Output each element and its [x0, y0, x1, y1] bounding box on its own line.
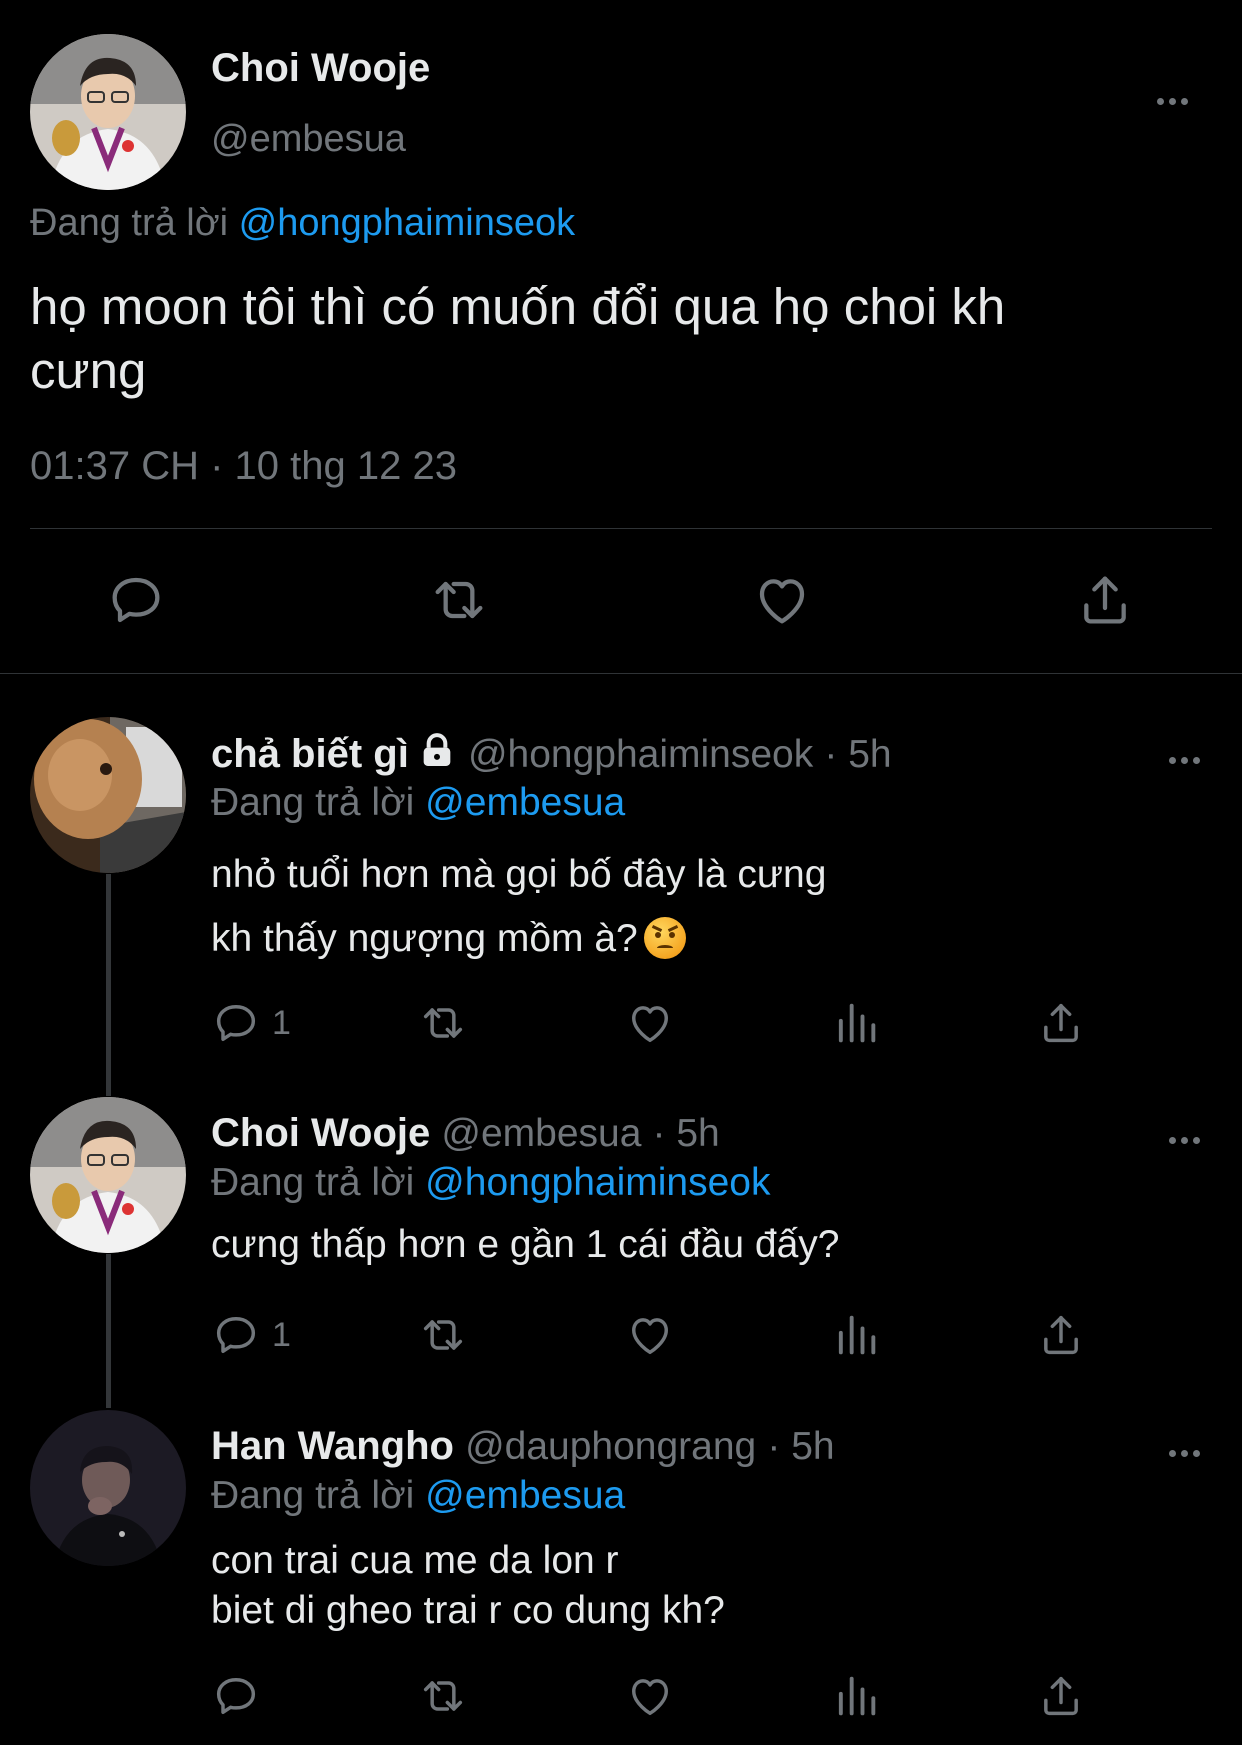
reply-count: 1	[272, 1315, 291, 1354]
reply-icon[interactable]	[210, 1670, 262, 1722]
author-handle[interactable]: @hongphaiminseok	[468, 733, 813, 776]
like-icon[interactable]	[750, 568, 814, 632]
divider	[30, 528, 1212, 529]
avatar[interactable]	[30, 34, 186, 190]
avatar[interactable]	[30, 1410, 186, 1566]
reply-button[interactable]: 1	[210, 997, 291, 1049]
replying-to-link[interactable]: @embesua	[425, 781, 625, 824]
reply-header: Han Wangho @dauphongrang · 5h	[211, 1424, 835, 1469]
separator-dot: ·	[652, 1112, 677, 1155]
reply-tweet: Han Wangho @dauphongrang · 5h Đang trả l…	[0, 1410, 1242, 1745]
reply-tweet: Choi Wooje @embesua · 5h Đang trả lời @h…	[0, 1097, 1242, 1407]
views-icon[interactable]	[830, 997, 882, 1049]
divider	[0, 673, 1242, 674]
retweet-icon[interactable]	[427, 568, 491, 632]
main-action-bar	[0, 568, 1242, 632]
replying-to-link[interactable]: @hongphaiminseok	[239, 202, 575, 244]
main-tweet-header: Choi Wooje @embesua	[30, 34, 1212, 190]
author-handle[interactable]: @dauphongrang	[465, 1425, 756, 1468]
lock-icon	[423, 733, 451, 766]
reply-tweet: chả biết gì @hongphaiminseok · 5h Đang t…	[0, 717, 1242, 1047]
replying-to-link[interactable]: @embesua	[425, 1474, 625, 1517]
share-icon[interactable]	[1035, 1309, 1087, 1361]
share-icon[interactable]	[1073, 568, 1137, 632]
retweet-icon[interactable]	[417, 1670, 469, 1722]
more-icon[interactable]	[1156, 1125, 1212, 1155]
author-name[interactable]: chả biết gì	[211, 732, 409, 776]
reply-text-body: nhỏ tuổi hơn mà gọi bố đây là cưng kh th…	[211, 853, 827, 960]
reply-time[interactable]: 5h	[848, 733, 891, 776]
tweet-timestamp[interactable]: 01:37 CH · 10 thg 12 23	[30, 444, 457, 489]
tweet-text: họ moon tôi thì có muốn đổi qua họ choi …	[30, 278, 1006, 399]
reply-icon[interactable]	[104, 568, 168, 632]
replying-prefix: Đang trả lời	[211, 781, 415, 824]
reply-action-bar: 1	[0, 1309, 1242, 1361]
author-name[interactable]: Choi Wooje	[211, 1111, 430, 1155]
reply-text: nhỏ tuổi hơn mà gọi bố đây là cưng kh th…	[211, 843, 1191, 971]
reply-header: Choi Wooje @embesua · 5h	[211, 1111, 720, 1156]
angry-face-emoji	[643, 917, 686, 959]
reply-time[interactable]: 5h	[791, 1425, 834, 1468]
like-icon[interactable]	[624, 997, 676, 1049]
avatar[interactable]	[30, 1097, 186, 1253]
separator-dot: ·	[767, 1425, 792, 1468]
author-name[interactable]: Han Wangho	[211, 1424, 454, 1468]
more-icon[interactable]	[1144, 86, 1200, 116]
author-name[interactable]: Choi Wooje	[211, 46, 430, 91]
replying-prefix: Đang trả lời	[211, 1161, 415, 1204]
views-icon[interactable]	[830, 1309, 882, 1361]
share-icon[interactable]	[1035, 997, 1087, 1049]
tweet-thread-page: Choi Wooje @embesua Đang trả lời @hongph…	[0, 0, 1242, 1745]
reply-time[interactable]: 5h	[676, 1112, 719, 1155]
avatar[interactable]	[30, 717, 186, 873]
share-icon[interactable]	[1035, 1670, 1087, 1722]
more-icon[interactable]	[1156, 1438, 1212, 1468]
separator-dot: ·	[824, 733, 849, 776]
replying-prefix: Đang trả lời	[211, 1474, 415, 1517]
reply-icon	[216, 1317, 256, 1353]
reply-action-bar	[0, 1670, 1242, 1722]
reply-count: 1	[272, 1003, 291, 1042]
reply-header: chả biết gì @hongphaiminseok · 5h	[211, 731, 892, 777]
like-icon[interactable]	[624, 1670, 676, 1722]
retweet-icon[interactable]	[417, 997, 469, 1049]
replying-to-line: Đang trả lời @hongphaiminseok	[211, 1161, 770, 1205]
author-handle[interactable]: @embesua	[211, 118, 406, 161]
reply-button[interactable]: 1	[210, 1309, 291, 1361]
reply-icon	[216, 1005, 256, 1041]
replying-to-line: Đang trả lời @embesua	[211, 1474, 625, 1518]
replying-to-link[interactable]: @hongphaiminseok	[425, 1161, 770, 1204]
reply-action-bar: 1	[0, 997, 1242, 1049]
like-icon[interactable]	[624, 1309, 676, 1361]
replying-to-line: Đang trả lời @embesua	[211, 781, 625, 825]
replying-to-line: Đang trả lời @hongphaiminseok	[30, 202, 575, 245]
reply-text: cưng thấp hơn e gần 1 cái đầu đấy?	[211, 1223, 840, 1266]
retweet-icon[interactable]	[417, 1309, 469, 1361]
author-handle[interactable]: @embesua	[441, 1112, 641, 1155]
replying-prefix: Đang trả lời	[30, 202, 229, 244]
views-icon[interactable]	[830, 1670, 882, 1722]
reply-text: con trai cua me da lon r biet di gheo tr…	[211, 1539, 725, 1632]
more-icon[interactable]	[1156, 745, 1212, 775]
